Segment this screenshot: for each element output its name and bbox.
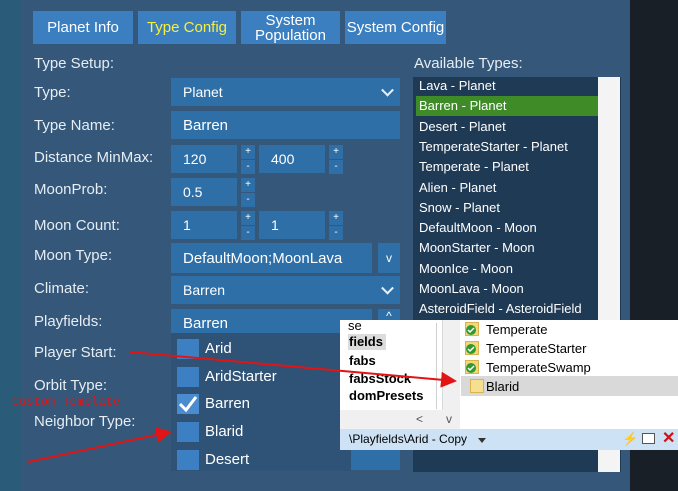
annotation-arrows <box>27 351 457 463</box>
annotation-arrow-to-blarid-folder <box>129 351 457 388</box>
custom-template-annotation: Custom Template <box>12 395 121 409</box>
annotation-arrow-to-blarid-item <box>27 427 172 463</box>
